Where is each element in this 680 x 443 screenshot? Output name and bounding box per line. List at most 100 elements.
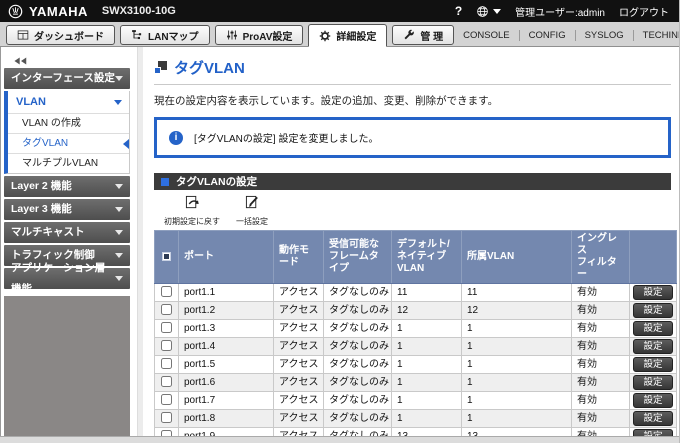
main-content: タグVLAN 現在の設定内容を表示しています。設定の追加、変更、削除ができます。… — [143, 47, 679, 436]
tab-lanmap[interactable]: LANマップ — [120, 25, 210, 45]
wrench-icon — [403, 29, 415, 41]
row-checkbox[interactable] — [161, 304, 172, 315]
sidebar-collapse-icon[interactable] — [14, 52, 130, 64]
sidebar-group-vlan: VLANVLAN の作成タグVLAN マルチプルVLAN — [4, 91, 130, 174]
section-bullet-icon — [161, 178, 169, 186]
cell-vlan: 13 — [462, 428, 572, 437]
row-settings-button[interactable]: 設定 — [633, 375, 672, 390]
column-header: 受信可能なフレームタイプ — [324, 231, 392, 284]
cell-mode: アクセス — [274, 284, 324, 302]
batch-config-button[interactable]: 一括設定 — [236, 195, 268, 227]
sidebar-item-layer2[interactable]: Layer 2 機能 — [4, 176, 130, 197]
sidebar-item-label: アプリケーション層機能 — [11, 258, 115, 300]
vlan-table-head: ポート動作モード受信可能なフレームタイプデフォルト/ネイティブVLAN所属VLA… — [155, 231, 677, 284]
chevron-down-icon — [115, 230, 123, 235]
cell-vlan: 1 — [462, 320, 572, 338]
row-settings-button[interactable]: 設定 — [633, 285, 672, 300]
app-window: YAMAHA SWX3100-10G ? 管理ユーザー:admin ログアウト … — [0, 0, 680, 443]
cell-native: 1 — [392, 392, 462, 410]
cell-mode: アクセス — [274, 356, 324, 374]
cell-frame: タグなしのみ — [324, 392, 392, 410]
sidebar-menu: インターフェース設定VLANVLAN の作成タグVLAN マルチプルVLAN Lay… — [4, 68, 130, 291]
notice-box: i [タグVLANの設定] 設定を変更しました。 — [154, 117, 671, 158]
logout-link[interactable]: ログアウト — [619, 4, 669, 19]
top-link-console[interactable]: CONSOLE — [454, 30, 518, 41]
yamaha-logo-icon — [8, 4, 23, 19]
top-link-syslog[interactable]: SYSLOG — [575, 30, 633, 41]
column-header: イングレスフィルター — [572, 231, 630, 284]
language-selector[interactable] — [476, 5, 501, 18]
column-header: デフォルト/ネイティブVLAN — [392, 231, 462, 284]
table-row: port1.4アクセスタグなしのみ11有効設定 — [155, 338, 677, 356]
row-settings-button[interactable]: 設定 — [633, 303, 672, 318]
cell-ingress: 有効 — [572, 428, 630, 437]
reset-defaults-button[interactable]: 初期設定に戻す — [164, 195, 220, 227]
sidebar-item-vlan-create[interactable]: VLAN の作成 — [8, 113, 129, 133]
sidebar-item-vlan[interactable]: VLAN — [8, 91, 129, 113]
top-link-techinfo[interactable]: TECHINFO — [633, 30, 680, 41]
select-all-checkbox-icon — [162, 252, 171, 261]
sidebar-filler — [4, 296, 130, 436]
vlan-table: ポート動作モード受信可能なフレームタイプデフォルト/ネイティブVLAN所属VLA… — [154, 230, 677, 436]
cell-ingress: 有効 — [572, 374, 630, 392]
tab-detail[interactable]: 詳細設定 — [308, 24, 387, 47]
row-checkbox[interactable] — [161, 358, 172, 369]
select-all-checkbox[interactable] — [155, 231, 179, 284]
sidebar-item-tag-vlan[interactable]: タグVLAN — [8, 133, 129, 153]
table-row: port1.2アクセスタグなしのみ1212有効設定 — [155, 302, 677, 320]
cell-port: port1.3 — [179, 320, 274, 338]
row-settings-button[interactable]: 設定 — [633, 393, 672, 408]
row-settings-button[interactable]: 設定 — [633, 339, 672, 354]
chevron-down-icon — [115, 184, 123, 189]
cell-native: 1 — [392, 356, 462, 374]
nav-tabbar: ダッシュボードLANマップProAV設定詳細設定管 理 CONSOLECONFI… — [0, 22, 679, 47]
cell-native: 1 — [392, 338, 462, 356]
sidebar: インターフェース設定VLANVLAN の作成タグVLAN マルチプルVLAN Lay… — [1, 47, 132, 436]
sidebar-item-app-layer[interactable]: アプリケーション層機能 — [4, 268, 130, 289]
row-settings-button[interactable]: 設定 — [633, 429, 672, 436]
sidebar-item-label: Layer 2 機能 — [11, 176, 72, 197]
table-row: port1.6アクセスタグなしのみ11有効設定 — [155, 374, 677, 392]
sidebar-item-layer3[interactable]: Layer 3 機能 — [4, 199, 130, 220]
section-title: タグVLANの設定 — [176, 174, 257, 189]
topbar-right: ? 管理ユーザー:admin ログアウト — [455, 4, 669, 19]
row-checkbox[interactable] — [161, 340, 172, 351]
row-settings-button[interactable]: 設定 — [633, 357, 672, 372]
column-header: 動作モード — [274, 231, 324, 284]
tab-admin[interactable]: 管 理 — [392, 25, 454, 45]
row-checkbox[interactable] — [161, 322, 172, 333]
sidebar-item-multiple-vlan[interactable]: マルチプルVLAN — [8, 153, 129, 173]
chevron-down-icon — [115, 207, 123, 212]
column-header-actions — [630, 231, 677, 284]
row-settings-button[interactable]: 設定 — [633, 321, 672, 336]
cell-frame: タグなしのみ — [324, 302, 392, 320]
sidebar-item-multicast[interactable]: マルチキャスト — [4, 222, 130, 243]
cell-vlan: 1 — [462, 374, 572, 392]
page-title-row: タグVLAN — [154, 57, 671, 78]
tab-proav[interactable]: ProAV設定 — [215, 25, 304, 45]
toolbar: 初期設定に戻す 一括設定 — [154, 190, 671, 230]
table-row: port1.9アクセスタグなしのみ1313有効設定 — [155, 428, 677, 437]
row-checkbox[interactable] — [161, 376, 172, 387]
topbar: YAMAHA SWX3100-10G ? 管理ユーザー:admin ログアウト — [0, 0, 679, 22]
help-icon[interactable]: ? — [455, 4, 462, 18]
top-link-config[interactable]: CONFIG — [519, 30, 575, 41]
row-checkbox[interactable] — [161, 394, 172, 405]
cell-mode: アクセス — [274, 392, 324, 410]
cell-port: port1.4 — [179, 338, 274, 356]
chevron-down-icon — [115, 253, 123, 258]
cell-ingress: 有効 — [572, 284, 630, 302]
cell-ingress: 有効 — [572, 392, 630, 410]
sidebar-item-interface-settings[interactable]: インターフェース設定 — [4, 68, 130, 89]
table-row: port1.3アクセスタグなしのみ11有効設定 — [155, 320, 677, 338]
tool-label: 初期設定に戻す — [164, 216, 220, 227]
body-area: インターフェース設定VLANVLAN の作成タグVLANマルチプルVLANLay… — [0, 47, 679, 436]
row-checkbox[interactable] — [161, 412, 172, 423]
row-settings-button[interactable]: 設定 — [633, 411, 672, 426]
row-checkbox[interactable] — [161, 286, 172, 297]
cell-frame: タグなしのみ — [324, 410, 392, 428]
sidebar-group-label: VLAN — [16, 91, 46, 113]
tab-dashboard[interactable]: ダッシュボード — [6, 25, 115, 45]
sidebar-item-label: マルチプルVLAN — [22, 158, 98, 169]
cell-vlan: 1 — [462, 338, 572, 356]
